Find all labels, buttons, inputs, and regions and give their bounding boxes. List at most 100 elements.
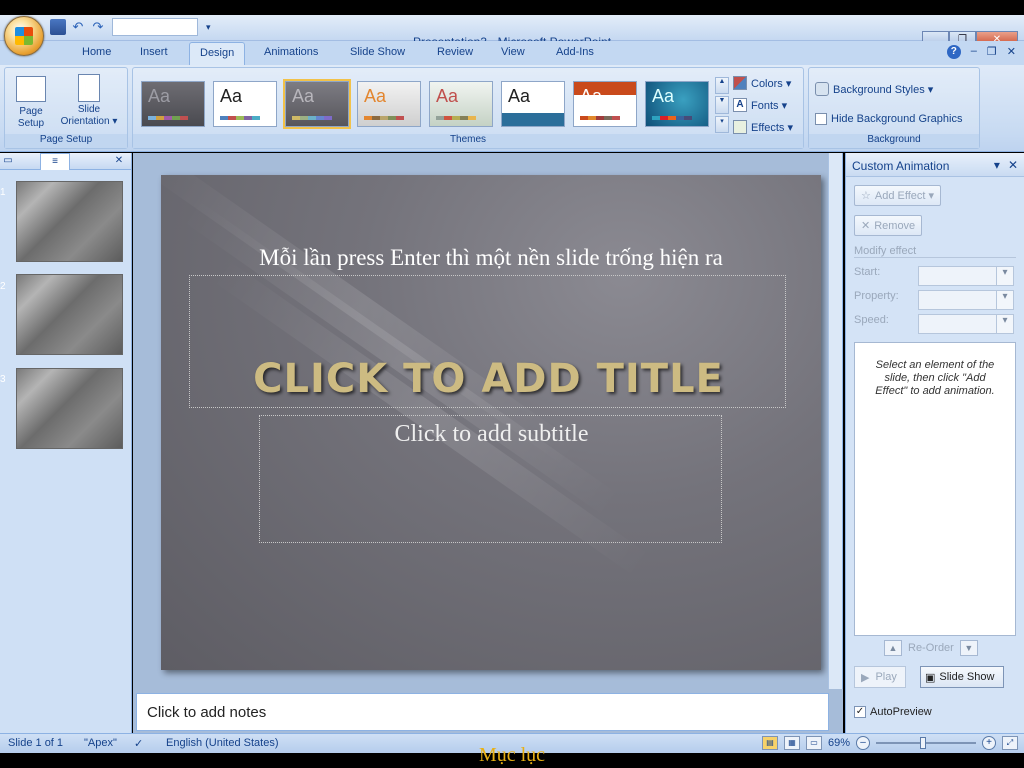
tab-animations[interactable]: Animations <box>264 46 318 58</box>
top-black-band <box>0 0 1024 15</box>
task-pane-title: Custom Animation <box>852 159 950 173</box>
slide-number: 2 <box>0 281 6 292</box>
modify-effect-heading: Modify effect <box>854 245 1016 258</box>
theme-thumb-4[interactable]: Aa <box>357 81 421 127</box>
background-group-label: Background <box>809 134 979 148</box>
notes-placeholder: Click to add notes <box>147 704 267 721</box>
autopreview-checkbox[interactable]: ✓ AutoPreview <box>854 706 932 718</box>
title-placeholder[interactable]: CLICK TO ADD TITLE <box>189 275 786 408</box>
background-options: Background Styles ▾ Hide Background Grap… <box>815 78 962 130</box>
undo-icon[interactable]: ↶ <box>70 19 86 35</box>
group-themes: Aa Aa Aa Aa Aa Aa Aa Aa ▲ ▼ ▾ Colors ▾ A… <box>132 67 804 149</box>
start-label: Start: <box>854 266 881 278</box>
theme-color-strip <box>364 116 404 120</box>
slide-thumbnail-1[interactable] <box>16 181 123 262</box>
gallery-down-icon[interactable]: ▼ <box>715 96 729 114</box>
slide-orientation-icon <box>78 74 100 102</box>
tab-slide-show[interactable]: Slide Show <box>350 46 405 58</box>
checkbox-icon <box>815 113 827 125</box>
slides-tab-icon[interactable]: ▭ <box>2 153 14 170</box>
task-pane-header: Custom Animation ▾ ✕ <box>846 153 1024 177</box>
speed-select[interactable] <box>918 314 1014 334</box>
tab-add-ins[interactable]: Add-Ins <box>556 46 594 58</box>
gallery-up-icon[interactable]: ▲ <box>715 77 729 95</box>
slide-canvas: Mỗi lần press Enter thì một nền slide tr… <box>133 153 843 689</box>
subtitle-placeholder-text: Click to add subtitle <box>394 421 589 447</box>
property-label: Property: <box>854 290 899 302</box>
group-background: Background Styles ▾ Hide Background Grap… <box>808 67 980 149</box>
add-effect-button[interactable]: ☆ Add Effect ▾ <box>854 185 942 206</box>
property-select[interactable] <box>918 290 1014 310</box>
theme-thumb-5[interactable]: Aa <box>429 81 493 127</box>
tab-home[interactable]: Home <box>82 46 111 58</box>
remove-button[interactable]: ✕ Remove <box>854 215 923 236</box>
slide-number: 3 <box>0 374 6 385</box>
start-select[interactable] <box>918 266 1014 286</box>
group-page-setup: Page Setup Slide Orientation ▾ Page Setu… <box>4 67 128 149</box>
theme-thumb-6[interactable]: Aa <box>501 81 565 127</box>
colors-button[interactable]: Colors ▾ <box>733 72 793 94</box>
ribbon-minimize-icon[interactable]: – <box>971 45 977 59</box>
ribbon: Page Setup Slide Orientation ▾ Page Setu… <box>0 65 1024 152</box>
tab-view[interactable]: View <box>501 46 525 58</box>
ribbon-restore-icon[interactable]: ❐ <box>987 45 997 59</box>
save-icon[interactable] <box>50 19 66 35</box>
redo-icon[interactable]: ↷ <box>90 19 106 35</box>
tab-design[interactable]: Design <box>189 42 246 66</box>
canvas-vertical-scrollbar[interactable] <box>828 153 842 689</box>
theme-thumb-1[interactable]: Aa <box>141 81 205 127</box>
background-styles-icon <box>815 82 829 96</box>
animation-list[interactable]: Select an element of the slide, then cli… <box>854 342 1016 636</box>
theme-color-strip <box>220 116 260 120</box>
ribbon-tabs: Home Insert Design Animations Slide Show… <box>0 41 1024 66</box>
theme-options-list: Colors ▾ A Fonts ▾ Effects ▾ <box>733 72 793 138</box>
slide-thumbnail-2[interactable] <box>16 274 123 355</box>
move-up-icon[interactable]: ▲ <box>884 640 902 656</box>
help-icon[interactable]: ? <box>946 45 961 59</box>
slides-panel-tabs: ▭ ≡ ✕ <box>0 153 131 170</box>
slide[interactable]: Mỗi lần press Enter thì một nền slide tr… <box>161 175 821 670</box>
theme-color-strip <box>652 116 692 120</box>
panel-close-icon[interactable]: ✕ <box>112 153 126 170</box>
slide-thumbnail-3[interactable] <box>16 368 123 449</box>
move-down-icon[interactable]: ▼ <box>959 640 978 656</box>
tab-insert[interactable]: Insert <box>140 46 168 58</box>
fonts-button[interactable]: A Fonts ▾ <box>733 94 793 116</box>
notes-box[interactable]: Click to add notes <box>136 693 829 731</box>
play-button[interactable]: ▶ Play <box>854 666 906 688</box>
ribbon-close-icon[interactable]: ✕ <box>1007 45 1016 59</box>
page-setup-icon <box>16 76 46 102</box>
outline-tab-icon[interactable]: ≡ <box>40 153 70 170</box>
subtitle-placeholder[interactable]: Click to add subtitle <box>259 415 722 543</box>
theme-thumb-7[interactable]: Aa <box>573 81 637 127</box>
effects-icon <box>733 120 747 134</box>
theme-color-strip <box>148 116 188 120</box>
animation-hint: Select an element of the slide, then cli… <box>875 359 995 397</box>
qat-dropdown-box[interactable] <box>112 18 198 36</box>
office-button[interactable] <box>4 16 44 56</box>
notes-pane: Click to add notes <box>133 689 843 733</box>
task-pane-controls: ▾ ✕ <box>994 158 1018 172</box>
speed-label: Speed: <box>854 314 889 326</box>
tab-review[interactable]: Review <box>437 46 473 58</box>
page-setup-button[interactable]: Page Setup <box>11 76 51 130</box>
themes-group-label: Themes <box>133 134 803 148</box>
theme-thumb-8[interactable]: Aa <box>645 81 709 127</box>
remove-icon: ✕ <box>861 220 871 232</box>
slide-orientation-button[interactable]: Slide Orientation ▾ <box>53 74 125 128</box>
theme-color-strip <box>292 116 332 120</box>
custom-animation-pane: Custom Animation ▾ ✕ ☆ Add Effect ▾ ✕ Remo… <box>845 153 1024 733</box>
title-placeholder-text: CLICK TO ADD TITLE <box>253 356 724 402</box>
slide-show-button[interactable]: ▣ Slide Show <box>920 666 1004 688</box>
background-styles-button[interactable]: Background Styles ▾ <box>815 78 962 100</box>
task-pane-close-icon[interactable]: ✕ <box>1008 158 1018 172</box>
theme-thumb-office[interactable]: Aa <box>213 81 277 127</box>
customize-qat-icon[interactable]: ▾ <box>206 22 211 33</box>
hide-background-graphics-checkbox[interactable]: Hide Background Graphics <box>815 108 962 130</box>
theme-color-strip <box>580 116 620 120</box>
gallery-more-icon[interactable]: ▾ <box>715 115 729 133</box>
page-setup-group-label: Page Setup <box>5 134 127 148</box>
slides-panel: ▭ ≡ ✕ 1 2 3 <box>0 153 132 733</box>
task-pane-menu-icon[interactable]: ▾ <box>994 158 1000 172</box>
theme-thumb-apex[interactable]: Aa <box>283 79 351 129</box>
